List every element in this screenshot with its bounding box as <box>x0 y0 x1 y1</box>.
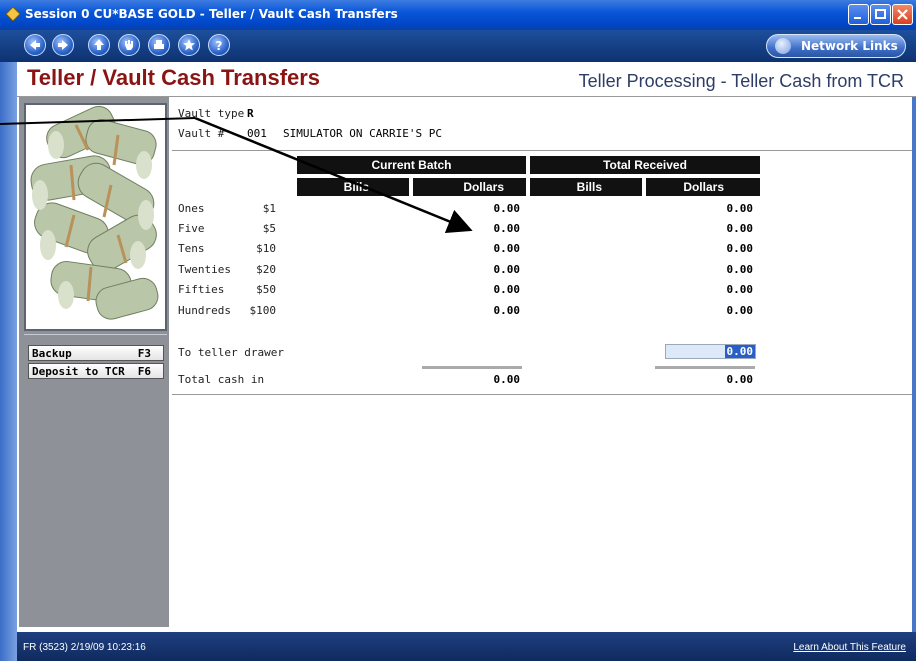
learn-about-feature-link[interactable]: Learn About This Feature <box>793 642 906 653</box>
status-bar: FR (3523) 2/19/09 10:23:16 Learn About T… <box>17 632 916 661</box>
annotation-arrow <box>0 116 473 234</box>
status-session-info: FR (3523) 2/19/09 10:23:16 <box>23 642 146 653</box>
